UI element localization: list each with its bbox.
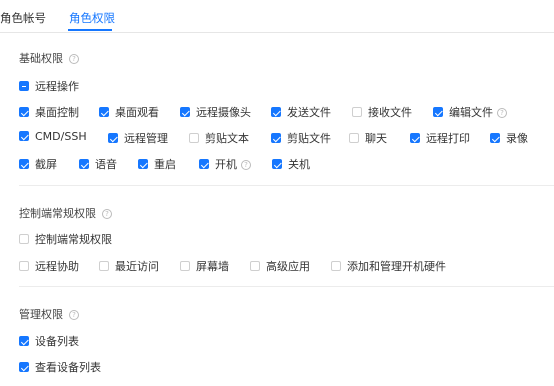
help-icon[interactable]: ? <box>69 310 79 320</box>
checkbox-label: 编辑文件 <box>449 106 493 119</box>
checkbox-unchecked-icon <box>99 261 109 271</box>
checkbox-checked-icon <box>19 159 29 169</box>
checkbox-remote-operation[interactable]: 远程操作 <box>19 78 79 94</box>
checkbox-label: 控制端常规权限 <box>35 233 112 246</box>
checkbox-remote-print[interactable]: 远程打印 <box>410 130 470 146</box>
tab-role-accounts[interactable]: 角色帐号 <box>0 10 46 26</box>
section-title-controller-permissions: 控制端常规权限? <box>19 205 112 221</box>
checkbox-label: 高级应用 <box>266 260 310 273</box>
checkbox-unchecked-icon <box>189 133 199 143</box>
help-icon[interactable]: ? <box>497 108 507 118</box>
checkbox-remote-assist[interactable]: 远程协助 <box>19 258 79 274</box>
checkbox-checked-icon <box>99 107 109 117</box>
checkbox-checked-icon <box>108 133 118 143</box>
help-icon[interactable]: ? <box>102 209 112 219</box>
checkbox-checked-icon <box>19 362 29 372</box>
checkbox-indeterminate-icon <box>19 81 29 91</box>
checkbox-chat[interactable]: 聊天 <box>349 130 387 146</box>
checkbox-label: 设备列表 <box>35 335 79 348</box>
checkbox-restart[interactable]: 重启 <box>138 156 176 172</box>
checkbox-label: 远程协助 <box>35 260 79 273</box>
checkbox-device-list[interactable]: 设备列表 <box>19 333 79 349</box>
tab-role-permissions[interactable]: 角色权限 <box>69 10 115 26</box>
checkbox-label: 添加和管理开机硬件 <box>347 260 446 273</box>
checkbox-unchecked-icon <box>180 261 190 271</box>
section-title-management-permissions: 管理权限? <box>19 306 79 322</box>
checkbox-remote-camera[interactable]: 远程摄像头 <box>180 104 251 120</box>
checkbox-label: 屏幕墙 <box>196 260 229 273</box>
checkbox-checked-icon <box>180 107 190 117</box>
checkbox-label: 远程管理 <box>124 132 168 145</box>
checkbox-screen-wall[interactable]: 屏幕墙 <box>180 258 229 274</box>
checkbox-checked-icon <box>19 336 29 346</box>
checkbox-label: 查看设备列表 <box>35 361 101 374</box>
checkbox-checked-icon <box>490 133 500 143</box>
checkbox-label: 桌面观看 <box>115 106 159 119</box>
help-icon[interactable]: ? <box>69 54 79 64</box>
checkbox-controller-permissions[interactable]: 控制端常规权限 <box>19 231 112 247</box>
checkbox-label: CMD/SSH <box>35 130 87 143</box>
checkbox-desktop-view[interactable]: 桌面观看 <box>99 104 159 120</box>
section-title-basic-permissions: 基础权限? <box>19 50 79 66</box>
checkbox-checked-icon <box>79 159 89 169</box>
checkbox-label: 桌面控制 <box>35 106 79 119</box>
checkbox-checked-icon <box>410 133 420 143</box>
checkbox-label: 重启 <box>154 158 176 171</box>
checkbox-label: 语音 <box>95 158 117 171</box>
checkbox-shutdown[interactable]: 关机 <box>272 156 310 172</box>
checkbox-label: 剪贴文件 <box>287 132 331 145</box>
checkbox-unchecked-icon <box>19 234 29 244</box>
checkbox-screenshot[interactable]: 截屏 <box>19 156 57 172</box>
checkbox-manage-boot-hardware[interactable]: 添加和管理开机硬件 <box>331 258 446 274</box>
checkbox-voice[interactable]: 语音 <box>79 156 117 172</box>
checkbox-checked-icon <box>138 159 148 169</box>
checkbox-label: 远程操作 <box>35 80 79 93</box>
checkbox-label: 录像 <box>506 132 528 145</box>
section-title-text: 基础权限 <box>19 52 63 65</box>
checkbox-label: 远程摄像头 <box>196 106 251 119</box>
section-title-text: 控制端常规权限 <box>19 207 96 220</box>
checkbox-cmd-ssh[interactable]: CMD/SSH <box>19 130 87 143</box>
checkbox-unchecked-icon <box>349 133 359 143</box>
checkbox-edit-file[interactable]: 编辑文件? <box>433 104 507 120</box>
checkbox-label: 接收文件 <box>368 106 412 119</box>
checkbox-remote-management[interactable]: 远程管理 <box>108 130 168 146</box>
checkbox-label: 远程打印 <box>426 132 470 145</box>
checkbox-advanced-apps[interactable]: 高级应用 <box>250 258 310 274</box>
checkbox-desktop-control[interactable]: 桌面控制 <box>19 104 79 120</box>
checkbox-label: 截屏 <box>35 158 57 171</box>
section-divider <box>19 286 554 287</box>
checkbox-clipboard-text[interactable]: 剪贴文本 <box>189 130 249 146</box>
checkbox-checked-icon <box>271 107 281 117</box>
checkbox-checked-icon <box>19 131 29 141</box>
checkbox-recent-access[interactable]: 最近访问 <box>99 258 159 274</box>
checkbox-label: 发送文件 <box>287 106 331 119</box>
checkbox-label: 开机 <box>215 158 237 171</box>
checkbox-checked-icon <box>19 107 29 117</box>
checkbox-checked-icon <box>433 107 443 117</box>
checkbox-unchecked-icon <box>19 261 29 271</box>
help-icon[interactable]: ? <box>241 160 251 170</box>
checkbox-send-file[interactable]: 发送文件 <box>271 104 331 120</box>
checkbox-checked-icon <box>271 133 281 143</box>
tab-bar: 角色帐号 角色权限 <box>0 0 554 33</box>
checkbox-unchecked-icon <box>352 107 362 117</box>
checkbox-receive-file[interactable]: 接收文件 <box>352 104 412 120</box>
section-divider <box>19 185 554 186</box>
checkbox-unchecked-icon <box>250 261 260 271</box>
checkbox-checked-icon <box>199 159 209 169</box>
section-title-text: 管理权限 <box>19 308 63 321</box>
checkbox-view-device-list[interactable]: 查看设备列表 <box>19 359 101 375</box>
checkbox-label: 关机 <box>288 158 310 171</box>
checkbox-recording[interactable]: 录像 <box>490 130 528 146</box>
checkbox-power-on[interactable]: 开机? <box>199 156 251 172</box>
checkbox-label: 最近访问 <box>115 260 159 273</box>
active-tab-indicator <box>68 29 112 31</box>
checkbox-unchecked-icon <box>331 261 341 271</box>
checkbox-label: 剪贴文本 <box>205 132 249 145</box>
checkbox-checked-icon <box>272 159 282 169</box>
checkbox-clipboard-file[interactable]: 剪贴文件 <box>271 130 331 146</box>
checkbox-label: 聊天 <box>365 132 387 145</box>
